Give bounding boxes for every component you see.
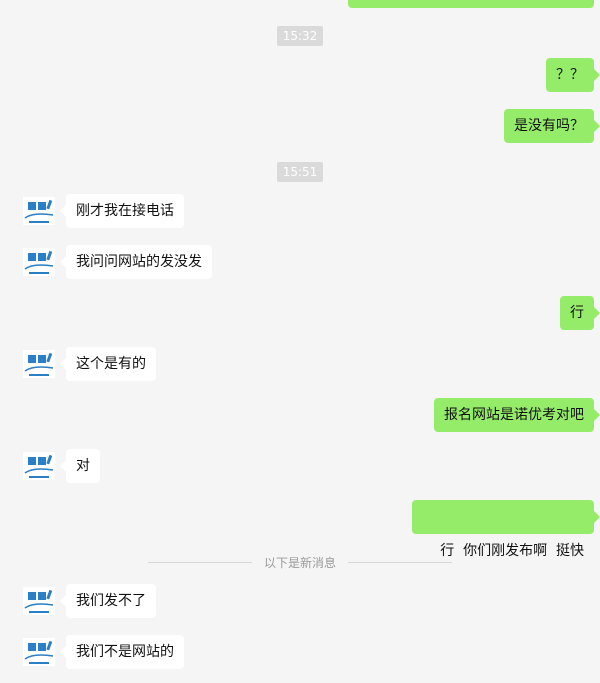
incoming-message-bubble[interactable]: 这个是有的 (60, 347, 156, 381)
incoming-message-bubble[interactable]: 刚才我在接电话 (60, 194, 184, 228)
contact-avatar[interactable] (23, 638, 55, 666)
incoming-message-bubble[interactable]: 我们不是网站的 (60, 635, 184, 669)
outgoing-message-bubble[interactable]: 是没有吗？ (504, 109, 600, 143)
incoming-message-bubble[interactable]: 我们发不了 (60, 584, 156, 618)
contact-avatar[interactable] (23, 587, 55, 615)
message-text: ？？ (556, 67, 584, 83)
new-messages-label: 以下是新消息 (263, 556, 336, 570)
contact-avatar[interactable] (23, 197, 55, 225)
message-text: 刚才我在接电话 (76, 203, 174, 219)
message-text: 这个是有的 (76, 356, 146, 372)
outgoing-message-bubble[interactable]: ？？ (546, 58, 600, 92)
contact-avatar-logo (23, 197, 55, 225)
message-text: 我问问网站的发没发 (76, 254, 202, 270)
contact-avatar[interactable] (23, 452, 55, 480)
contact-avatar-logo (23, 587, 55, 615)
message-text: 我们不是网站的 (76, 644, 174, 660)
contact-avatar-logo (23, 452, 55, 480)
contact-avatar-logo (23, 638, 55, 666)
outgoing-message-bubble[interactable]: 行 你们刚发布啊 挺快 (412, 500, 600, 559)
contact-avatar-logo (23, 350, 55, 378)
message-text: 是没有吗？ (514, 118, 584, 134)
message-text: 我们发不了 (76, 593, 146, 609)
outgoing-message-bubble[interactable]: 行 (560, 296, 600, 330)
message-text: 对 (76, 458, 90, 474)
timestamp: 15:51 (276, 162, 324, 182)
message-text: 行 (570, 305, 584, 321)
timestamp: 15:32 (276, 26, 324, 46)
chat-message-area[interactable]: 15:32 ？？ 是没有吗？ 15:51 刚才我在接电话 我问问网站的发没发 行… (0, 0, 600, 683)
outgoing-message-bubble-partial[interactable] (348, 0, 594, 8)
contact-avatar[interactable] (23, 248, 55, 276)
timestamp-divider: 15:51 (0, 162, 600, 182)
incoming-message-bubble[interactable]: 我问问网站的发没发 (60, 245, 212, 279)
message-text: 行 你们刚发布啊 挺快 (440, 543, 584, 559)
contact-avatar[interactable] (23, 350, 55, 378)
contact-avatar-logo (23, 248, 55, 276)
message-text: 报名网站是诺优考对吧 (444, 407, 584, 423)
incoming-message-bubble[interactable]: 对 (60, 449, 100, 483)
timestamp-divider: 15:32 (0, 26, 600, 46)
outgoing-message-bubble[interactable]: 报名网站是诺优考对吧 (434, 398, 600, 432)
divider-line (147, 562, 252, 563)
